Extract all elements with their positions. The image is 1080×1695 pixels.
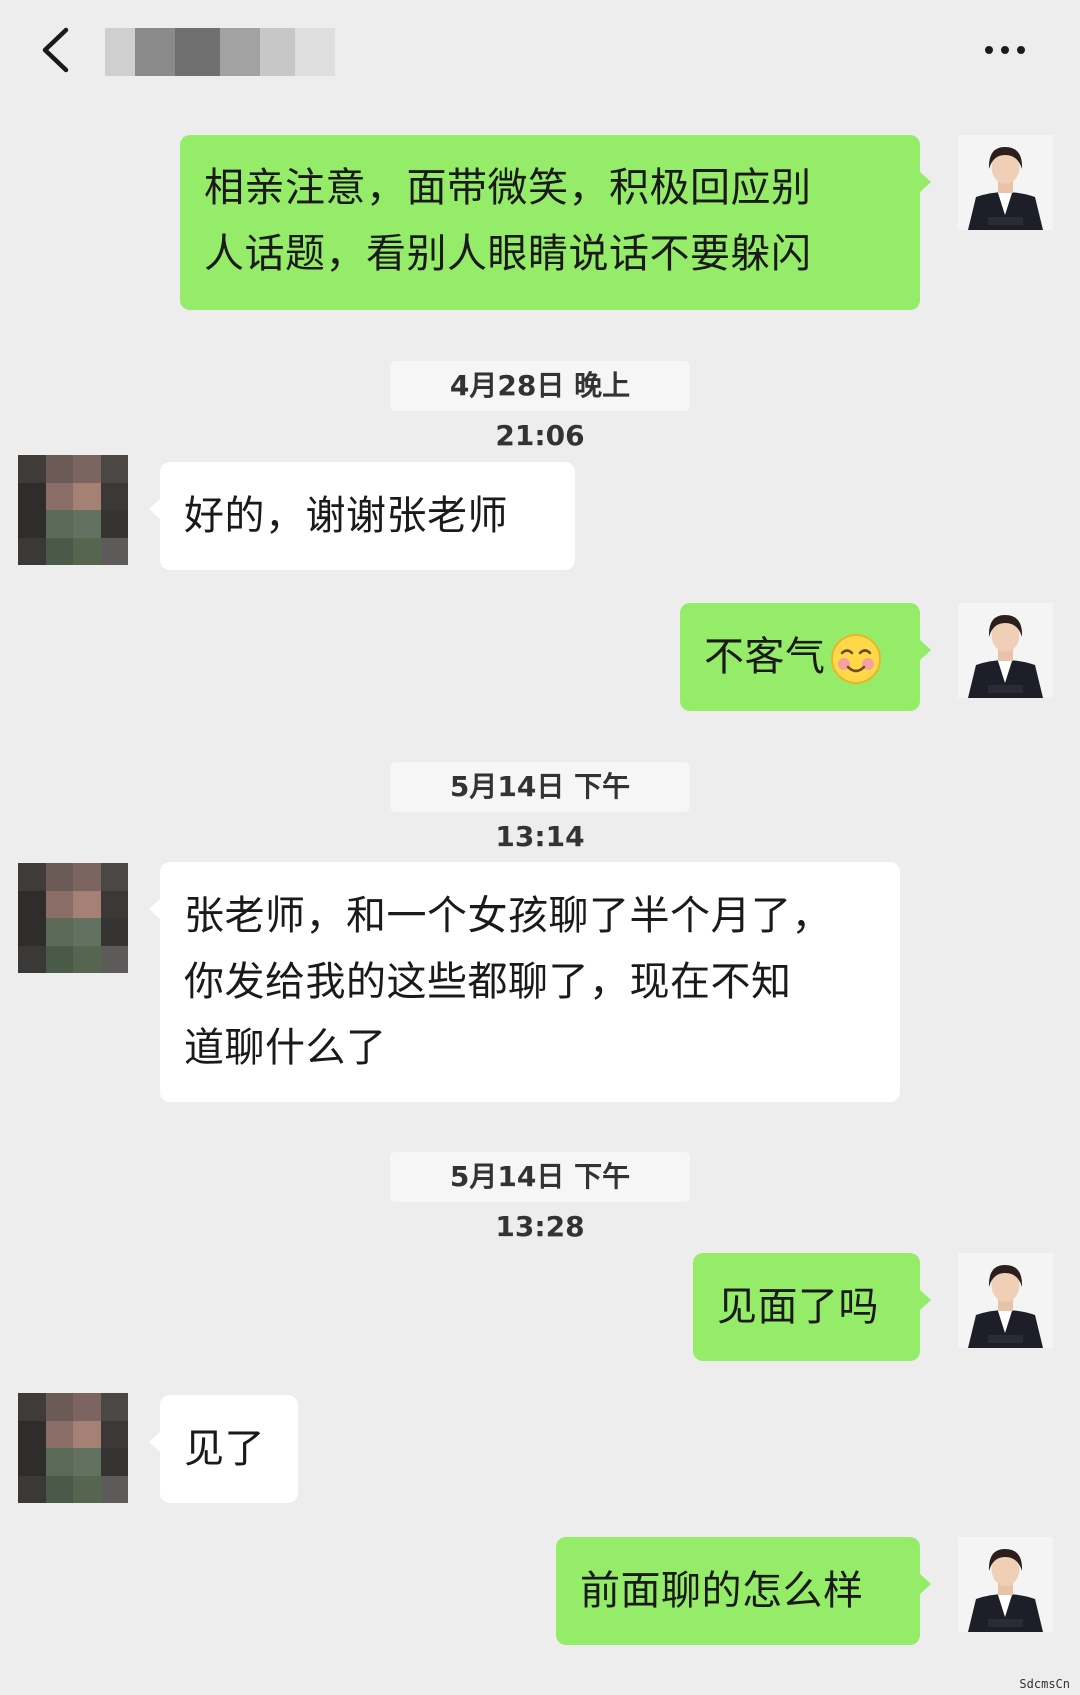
message-bubble-sent[interactable]: 相亲注意，面带微笑，积极回应别 人话题，看别人眼睛说话不要躲闪 bbox=[180, 135, 931, 310]
message-line: 见面了吗 bbox=[717, 1284, 879, 1330]
back-button[interactable] bbox=[30, 22, 80, 78]
timestamp: 4月28日 晚上21:06 bbox=[390, 361, 690, 452]
message-line: 人话题，看别人眼睛说话不要躲闪 bbox=[204, 231, 812, 277]
message-bubble-received[interactable]: 好的，谢谢张老师 bbox=[149, 462, 575, 570]
smiling-blush-emoji bbox=[830, 634, 881, 684]
message-line: 前面聊的怎么样 bbox=[580, 1568, 864, 1614]
contact-avatar-pixelated[interactable] bbox=[18, 455, 128, 565]
person-avatar-icon bbox=[958, 135, 1053, 230]
my-avatar[interactable] bbox=[958, 1537, 1053, 1632]
timestamp: 5月14日 下午13:28 bbox=[390, 1152, 690, 1243]
more-button[interactable] bbox=[975, 30, 1035, 70]
chevron-left-icon bbox=[42, 27, 69, 73]
message-bubble-received[interactable]: 见了 bbox=[149, 1395, 298, 1503]
contact-avatar-pixelated[interactable] bbox=[18, 863, 128, 973]
message-line: 好的，谢谢张老师 bbox=[184, 493, 508, 539]
person-avatar-icon bbox=[958, 1537, 1053, 1632]
my-avatar[interactable] bbox=[958, 1253, 1053, 1348]
contact-avatar-pixelated[interactable] bbox=[18, 1393, 128, 1503]
message-line: 你发给我的这些都聊了，现在不知 bbox=[184, 959, 792, 1005]
message-bubble-sent[interactable]: 不客气 bbox=[680, 603, 931, 711]
person-avatar-icon bbox=[958, 603, 1053, 698]
message-line: 张老师，和一个女孩聊了半个月了， bbox=[184, 893, 832, 939]
message-line: 不客气 bbox=[704, 634, 826, 680]
message-bubble-received[interactable]: 张老师，和一个女孩聊了半个月了， 你发给我的这些都聊了，现在不知 道聊什么了 bbox=[149, 862, 900, 1102]
contact-name-blurred bbox=[105, 28, 335, 76]
message-line: 见了 bbox=[184, 1426, 265, 1472]
message-bubble-sent[interactable]: 前面聊的怎么样 bbox=[556, 1537, 931, 1645]
more-dots-icon bbox=[985, 46, 993, 54]
message-line: 道聊什么了 bbox=[184, 1025, 387, 1071]
my-avatar[interactable] bbox=[958, 135, 1053, 230]
watermark-text: SdcmsCn bbox=[1019, 1677, 1070, 1691]
my-avatar[interactable] bbox=[958, 603, 1053, 698]
message-line: 相亲注意，面带微笑，积极回应别 bbox=[204, 165, 812, 211]
message-bubble-sent[interactable]: 见面了吗 bbox=[693, 1253, 931, 1361]
timestamp: 5月14日 下午13:14 bbox=[390, 762, 690, 853]
person-avatar-icon bbox=[958, 1253, 1053, 1348]
chat-header bbox=[0, 0, 1080, 105]
